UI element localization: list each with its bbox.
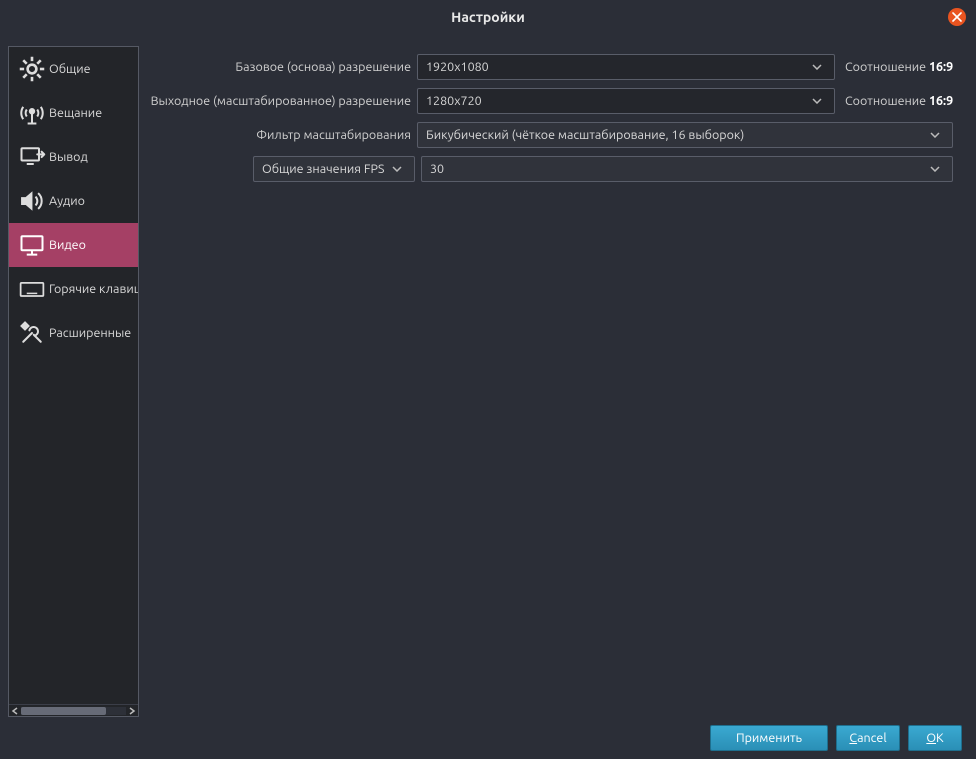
- fps-value-combo[interactable]: 30: [421, 156, 953, 182]
- chevron-down-icon: [808, 98, 826, 104]
- sidebar-item-advanced[interactable]: Расширенные: [9, 311, 138, 355]
- window-title: Настройки: [451, 9, 525, 25]
- sidebar-item-video[interactable]: Видео: [9, 223, 138, 267]
- scrollbar-track[interactable]: [21, 707, 126, 715]
- broadcast-icon: [15, 99, 49, 127]
- keyboard-icon: [15, 275, 49, 303]
- dialog-footer: Применить Cancel OK: [0, 717, 976, 759]
- sidebar-item-hotkeys[interactable]: Горячие клавиши: [9, 267, 138, 311]
- monitor-icon: [15, 231, 49, 259]
- sidebar-item-label: Общие: [49, 62, 91, 76]
- sidebar-horizontal-scrollbar[interactable]: [9, 704, 138, 716]
- speaker-icon: [15, 187, 49, 215]
- base-resolution-combo[interactable]: 1920x1080: [417, 54, 835, 80]
- sidebar-item-label: Вывод: [49, 150, 88, 164]
- scroll-left-arrow-icon[interactable]: [9, 705, 21, 717]
- sidebar-item-label: Аудио: [49, 194, 85, 208]
- downscale-filter-combo[interactable]: Бикубический (чёткое масштабирование, 16…: [417, 122, 953, 148]
- fps-type-combo[interactable]: Общие значения FPS: [253, 156, 415, 182]
- base-aspect-ratio: Соотношение 16:9: [845, 60, 953, 74]
- chevron-down-icon: [808, 64, 826, 70]
- sidebar-item-label: Видео: [49, 238, 86, 252]
- sidebar-item-label: Горячие клавиши: [49, 282, 138, 296]
- output-icon: [15, 143, 49, 171]
- close-button[interactable]: [948, 8, 966, 26]
- downscale-filter-label: Фильтр масштабирования: [149, 128, 417, 142]
- tools-icon: [15, 319, 49, 347]
- sidebar-item-output[interactable]: Вывод: [9, 135, 138, 179]
- combo-value: 1280x720: [426, 94, 482, 108]
- base-resolution-label: Базовое (основа) разрешение: [149, 60, 417, 74]
- sidebar-item-general[interactable]: Общие: [9, 47, 138, 91]
- apply-button[interactable]: Применить: [710, 725, 828, 751]
- titlebar: Настройки: [0, 0, 976, 34]
- output-resolution-combo[interactable]: 1280x720: [417, 88, 835, 114]
- sidebar-item-label: Вещание: [49, 106, 102, 120]
- chevron-down-icon: [388, 166, 406, 172]
- close-icon: [952, 12, 962, 22]
- scroll-right-arrow-icon[interactable]: [126, 705, 138, 717]
- output-resolution-label: Выходное (масштабированное) разрешение: [149, 94, 417, 108]
- scrollbar-thumb[interactable]: [21, 707, 106, 715]
- settings-panel-video: Базовое (основа) разрешение 1920x1080 Со…: [139, 46, 969, 717]
- combo-value: 1920x1080: [426, 60, 489, 74]
- sidebar-item-stream[interactable]: Вещание: [9, 91, 138, 135]
- combo-value: Общие значения FPS: [262, 162, 384, 176]
- output-aspect-ratio: Соотношение 16:9: [845, 94, 953, 108]
- cancel-button[interactable]: Cancel: [836, 725, 900, 751]
- combo-value: 30: [430, 162, 444, 176]
- chevron-down-icon: [926, 166, 944, 172]
- sidebar-item-audio[interactable]: Аудио: [9, 179, 138, 223]
- settings-sidebar: Общие Вещание Вывод Аудио: [8, 46, 139, 717]
- gear-icon: [15, 55, 49, 83]
- combo-value: Бикубический (чёткое масштабирование, 16…: [426, 128, 744, 142]
- chevron-down-icon: [926, 132, 944, 138]
- sidebar-item-label: Расширенные: [49, 326, 131, 340]
- ok-button[interactable]: OK: [908, 725, 962, 751]
